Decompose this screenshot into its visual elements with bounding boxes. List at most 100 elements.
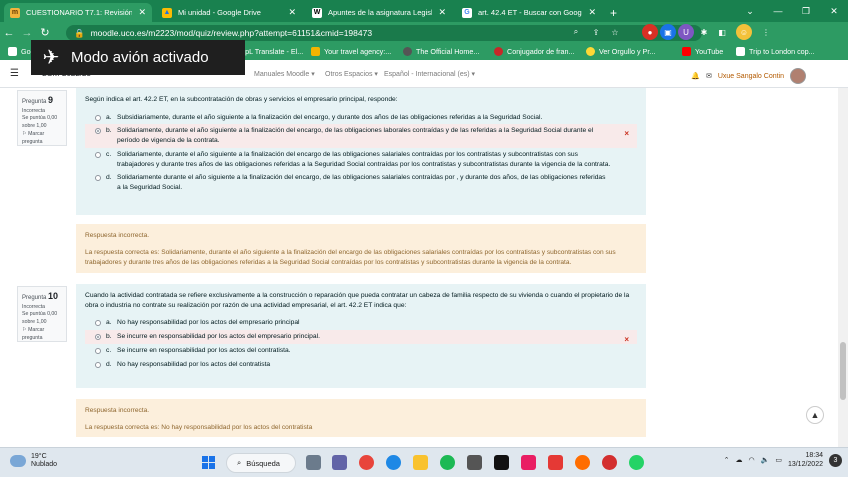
menu-language[interactable]: Español - Internacional (es) ▾: [384, 70, 475, 78]
minimize-icon[interactable]: —: [764, 0, 792, 22]
chevron-up-icon[interactable]: ⌃: [724, 456, 730, 464]
radio-button[interactable]: [95, 361, 101, 368]
bookmark-label: Ver Orgullo y Pr...: [599, 47, 656, 56]
flag-question-link[interactable]: ⚐ Marcar pregunta: [22, 327, 62, 343]
radio-button[interactable]: [95, 175, 101, 182]
scrollbar-thumb[interactable]: [840, 342, 846, 400]
hamburger-menu-icon[interactable]: ☰: [10, 68, 19, 79]
battery-icon[interactable]: ▭: [775, 456, 782, 464]
radio-button[interactable]: [95, 151, 101, 158]
menu-otros-espacios[interactable]: Otros Espacios ▾: [325, 70, 378, 78]
airplane-mode-toast: ✈ Modo avión activado: [31, 40, 245, 75]
reload-icon[interactable]: ↻: [36, 26, 54, 39]
edge-icon[interactable]: [386, 455, 401, 470]
incorrect-x-icon: ×: [624, 129, 629, 139]
whatsapp-icon[interactable]: [629, 455, 644, 470]
notifications-bell-icon[interactable]: 🔔: [691, 72, 700, 80]
teams-icon[interactable]: [332, 455, 347, 470]
taskbar-search-button[interactable]: ⌕ Búsqueda: [226, 453, 296, 473]
close-tab-icon[interactable]: ✕: [138, 7, 146, 18]
bookmark-london[interactable]: Trip to London cop...: [736, 43, 815, 60]
radio-button[interactable]: [95, 114, 101, 121]
close-tab-icon[interactable]: ✕: [438, 7, 446, 18]
extension-red-icon[interactable]: ●: [642, 24, 658, 40]
new-tab-button[interactable]: +: [604, 3, 624, 22]
option-c[interactable]: c. Se incurre en responsabilidad por los …: [85, 344, 637, 358]
back-icon[interactable]: ←: [0, 27, 18, 39]
radio-button-selected[interactable]: [95, 334, 101, 341]
volume-icon[interactable]: 🔈: [761, 456, 770, 464]
bookmark-youtube[interactable]: YouTube: [682, 43, 723, 60]
radio-button[interactable]: [95, 347, 101, 354]
question-10-feedback: Respuesta incorrecta. La respuesta corre…: [76, 399, 646, 437]
notifications-badge[interactable]: 3: [829, 453, 842, 467]
extension-blue-icon[interactable]: ▣: [660, 24, 676, 40]
extensions-puzzle-icon[interactable]: ✱: [696, 24, 712, 40]
close-tab-icon[interactable]: ✕: [288, 7, 296, 18]
radio-button[interactable]: [95, 320, 101, 327]
question-score: Se puntúa 0,00 sobre 1,00: [22, 311, 58, 326]
zoom-search-icon[interactable]: ⌕: [568, 24, 584, 40]
firefox-icon[interactable]: [575, 455, 590, 470]
netflix-icon[interactable]: [494, 455, 509, 470]
user-menu[interactable]: 🔔 ✉ Uxue Sangalo Contin: [691, 68, 806, 84]
bookmark-conjugador[interactable]: Conjugador de fran...: [494, 43, 575, 60]
share-icon[interactable]: ⇪: [588, 24, 604, 40]
opera-icon[interactable]: [602, 455, 617, 470]
star-icon[interactable]: ☆: [607, 24, 623, 40]
extension-purple-icon[interactable]: U: [678, 24, 694, 40]
store-icon[interactable]: [467, 455, 482, 470]
spotify-icon[interactable]: [440, 455, 455, 470]
menu-manuales[interactable]: Manuales Moodle ▾: [254, 70, 315, 78]
question-score: Se puntúa 0,00 sobre 1,00: [22, 115, 58, 130]
app-pink-icon[interactable]: [521, 455, 536, 470]
bookmark-orgullo[interactable]: Ver Orgullo y Pr...: [586, 43, 655, 60]
option-a[interactable]: a. Subsidiariamente, durante el año sigui…: [85, 111, 637, 125]
chrome-icon[interactable]: [359, 455, 374, 470]
bookmark-official[interactable]: The Official Home...: [403, 43, 479, 60]
w-favicon-icon: W: [312, 7, 322, 18]
tab-google-drive[interactable]: ▲ Mi unidad - Google Drive ✕: [156, 3, 302, 22]
option-d[interactable]: d. Solidariamente durante el año siguient…: [85, 171, 637, 194]
sidebar-icon[interactable]: ◧: [714, 24, 730, 40]
question-10-box: Cuando la actividad contratada se refier…: [76, 284, 646, 388]
app-red-icon[interactable]: [548, 455, 563, 470]
windows-taskbar: 19°C Nublado ⌕ Búsqueda ⌃ ☁ ◠ 🔈 ▭ 18:34 …: [0, 447, 848, 477]
close-window-icon[interactable]: ✕: [820, 0, 848, 22]
windows-start-icon[interactable]: [202, 456, 215, 469]
bookmark-label: Trip to London cop...: [749, 47, 815, 56]
tab-apuntes[interactable]: W Apuntes de la asignatura Legisla ✕: [306, 3, 452, 22]
file-explorer-icon[interactable]: [413, 455, 428, 470]
tab-google-search[interactable]: G art. 42.4 ET - Buscar con Google ✕: [456, 3, 602, 22]
weather-widget[interactable]: 19°C Nublado: [10, 453, 57, 470]
flag-question-link[interactable]: ⚐ Marcar pregunta: [22, 131, 62, 147]
page-scrollbar[interactable]: [838, 88, 848, 447]
user-name: Uxue Sangalo Contin: [717, 72, 784, 80]
messages-icon[interactable]: ✉: [706, 72, 712, 80]
maximize-icon[interactable]: ❐: [792, 0, 820, 22]
bookmark-travel[interactable]: Your travel agency:...: [311, 43, 391, 60]
wifi-icon[interactable]: ◠: [749, 456, 755, 464]
option-c[interactable]: c. Solidariamente, durante el año siguien…: [85, 148, 637, 171]
tab-quiz-review[interactable]: m CUESTIONARIO T7.1: Revisión de ✕: [4, 3, 152, 22]
radio-button-selected[interactable]: [95, 128, 101, 135]
tab-search-icon[interactable]: ⌄: [736, 0, 764, 22]
menu-dots-icon[interactable]: ⋮: [758, 24, 774, 40]
option-b[interactable]: b. Se incurre en responsabilidad por los …: [85, 330, 637, 344]
back-to-top-button[interactable]: ▲: [806, 406, 824, 424]
feedback-status: Respuesta incorrecta.: [85, 407, 150, 414]
question-number: Pregunta 10: [22, 291, 59, 301]
option-a[interactable]: a. No hay responsabilidad por los actos d…: [85, 316, 637, 330]
forward-icon[interactable]: →: [18, 27, 36, 39]
question-9-feedback: Respuesta incorrecta. La respuesta corre…: [76, 224, 646, 273]
bookmark-1[interactable]: Go: [8, 43, 31, 60]
option-b[interactable]: b. Solidariamente, durante el año siguien…: [85, 124, 637, 148]
option-d[interactable]: d. No hay responsabilidad por los actos d…: [85, 358, 637, 372]
task-view-icon[interactable]: [306, 455, 321, 470]
moodle-favicon-icon: m: [10, 7, 20, 18]
close-tab-icon[interactable]: ✕: [588, 7, 596, 18]
question-info-9: Pregunta 9 Incorrecta Se puntúa 0,00 sob…: [17, 90, 67, 146]
profile-icon[interactable]: ☺: [736, 24, 752, 40]
weather-tray-icon[interactable]: ☁: [736, 456, 743, 464]
clock[interactable]: 18:34 13/12/2022: [788, 451, 823, 470]
